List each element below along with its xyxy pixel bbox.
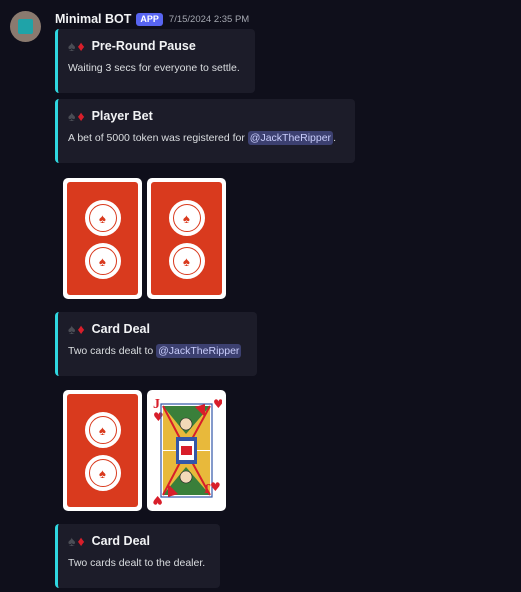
player-card-1[interactable]: ♠ ♠	[63, 178, 142, 299]
embed-description: Two cards dealt to @JackTheRipper	[68, 344, 245, 358]
spade-icon: ♠	[68, 533, 76, 549]
embed-title-text: Card Deal	[91, 322, 150, 336]
dealer-card-2[interactable]: J ♥ ♥ ♥ ♥ J	[147, 390, 226, 511]
card-back-icon: ♠ ♠	[151, 182, 222, 295]
diamond-icon: ♦	[77, 321, 85, 337]
svg-text:♥: ♥	[153, 410, 164, 424]
app-badge: APP	[136, 12, 163, 26]
spade-icon: ♠	[68, 321, 76, 337]
embed-title: ♠ ♦ Card Deal	[68, 322, 245, 336]
message-timestamp: 7/15/2024 2:35 PM	[168, 13, 250, 25]
bot-username[interactable]: Minimal BOT	[55, 12, 131, 26]
embed-player-bet: ♠ ♦ Player Bet A bet of 5000 token was r…	[55, 99, 355, 163]
embed-card-deal-dealer: ♠ ♦ Card Deal Two cards dealt to the dea…	[55, 524, 220, 588]
description-text: A bet of 5000 token was registered for	[68, 132, 248, 144]
diamond-icon: ♦	[77, 38, 85, 54]
embed-title-text: Card Deal	[91, 534, 150, 548]
embed-title-text: Pre-Round Pause	[91, 39, 196, 53]
card-seal: ♠	[84, 200, 121, 236]
description-text: Two cards dealt to	[68, 345, 157, 357]
embed-description: A bet of 5000 token was registered for @…	[68, 131, 343, 145]
card-seal: ♠	[168, 200, 205, 236]
card-seal: ♠	[84, 455, 121, 491]
description-text: .	[333, 132, 336, 144]
embed-title: ♠ ♦ Card Deal	[68, 534, 208, 548]
player-card-2[interactable]: ♠ ♠	[147, 178, 226, 299]
embed-card-deal-player: ♠ ♦ Card Deal Two cards dealt to @JackTh…	[55, 312, 257, 376]
card-seal: ♠	[84, 243, 121, 279]
jack-of-hearts-icon: J ♥ ♥ ♥ ♥ J	[151, 394, 224, 507]
embed-description: Two cards dealt to the dealer.	[68, 557, 206, 569]
svg-text:♥: ♥	[152, 493, 163, 507]
embed-title: ♠ ♦ Player Bet	[68, 109, 343, 123]
embed-pre-round-pause: ♠ ♦ Pre-Round Pause Waiting 3 secs for e…	[55, 29, 255, 93]
embed-description: Waiting 3 secs for everyone to settle.	[68, 62, 240, 74]
spade-icon: ♠	[68, 38, 76, 54]
svg-text:J: J	[204, 480, 211, 495]
embed-title: ♠ ♦ Pre-Round Pause	[68, 39, 243, 53]
avatar-icon	[18, 19, 33, 34]
user-mention[interactable]: @JackTheRipper	[156, 344, 242, 358]
embed-title-text: Player Bet	[91, 109, 153, 123]
user-mention[interactable]: @JackTheRipper	[247, 131, 334, 145]
bot-avatar[interactable]	[10, 11, 41, 42]
spade-icon: ♠	[68, 108, 76, 124]
diamond-icon: ♦	[77, 533, 85, 549]
diamond-icon: ♦	[77, 108, 85, 124]
card-back-icon: ♠ ♠	[67, 182, 138, 295]
card-seal: ♠	[168, 243, 205, 279]
card-back-icon: ♠ ♠	[67, 394, 138, 507]
dealer-card-1[interactable]: ♠ ♠	[63, 390, 142, 511]
card-seal: ♠	[84, 412, 121, 448]
svg-text:♥: ♥	[213, 397, 222, 411]
message-header: Minimal BOT APP 7/15/2024 2:35 PM	[55, 12, 249, 26]
